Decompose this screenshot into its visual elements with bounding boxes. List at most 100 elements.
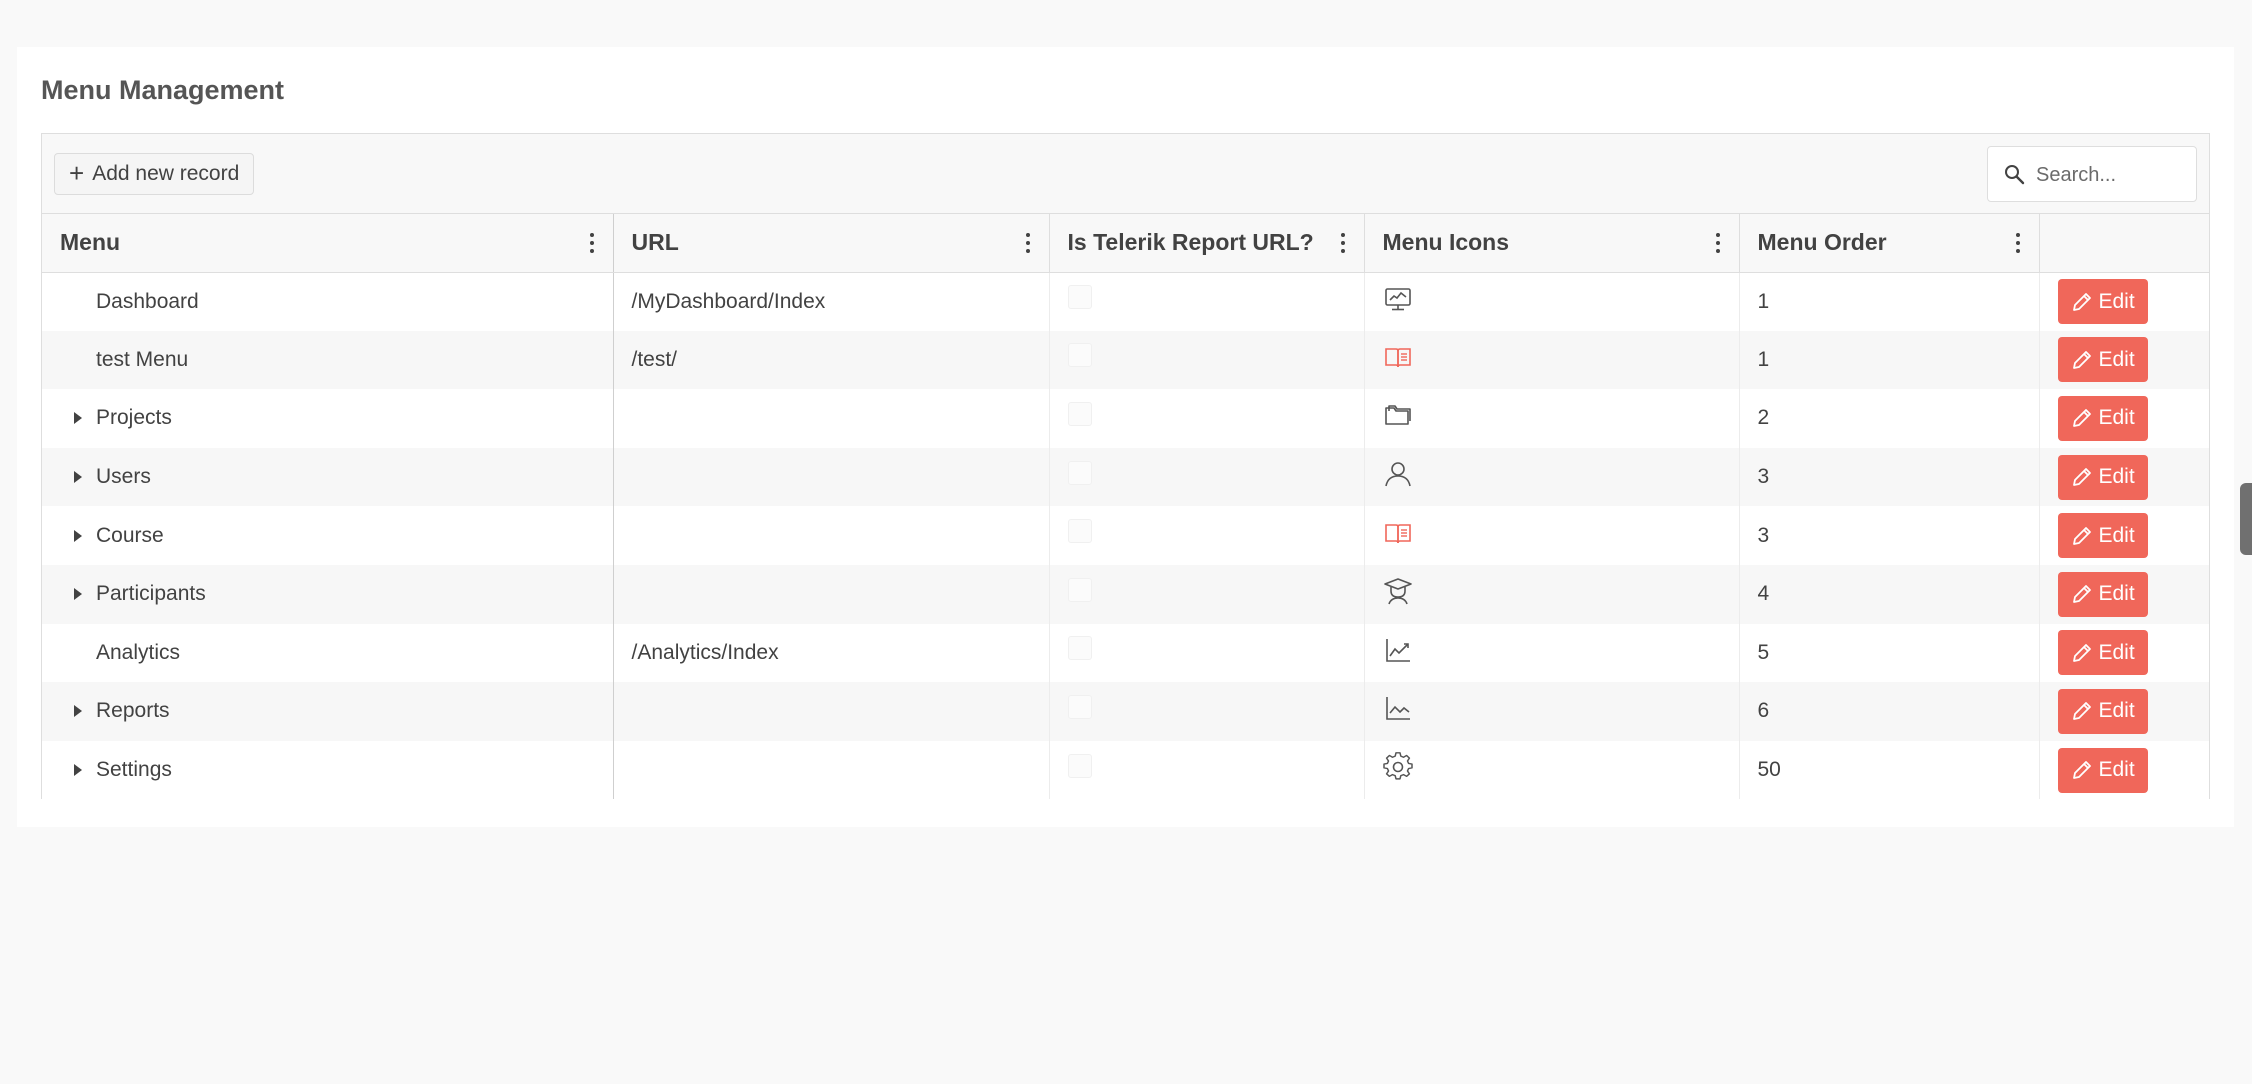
url-cell: [613, 389, 1050, 448]
telerik-cell: [1049, 506, 1365, 565]
menu-order-cell: 3: [1739, 447, 2040, 507]
edit-button[interactable]: Edit: [2057, 747, 2148, 793]
table-row[interactable]: Participants 4 Edit: [42, 564, 2209, 624]
search-input[interactable]: [2034, 147, 2188, 203]
pencil-icon: [2072, 643, 2091, 662]
edit-button[interactable]: Edit: [2057, 513, 2148, 559]
edit-button-label: Edit: [2098, 406, 2135, 430]
url-cell: [613, 564, 1050, 624]
telerik-cell: [1049, 682, 1365, 741]
column-header-telerik[interactable]: Is Telerik Report URL?: [1049, 214, 1365, 273]
table-row[interactable]: test Menu/test/1 Edit: [42, 330, 2209, 390]
telerik-cell: [1049, 447, 1365, 507]
table-row[interactable]: Projects 2 Edit: [42, 389, 2209, 448]
expand-arrow-icon[interactable]: [74, 529, 82, 542]
pencil-icon: [2072, 702, 2091, 721]
side-panel-toggle[interactable]: [2240, 483, 2252, 555]
monitor-chart-icon: [1383, 284, 1413, 314]
column-header-order[interactable]: Menu Order: [1739, 214, 2040, 273]
expand-arrow-icon[interactable]: [74, 412, 82, 425]
telerik-report-checkbox: [1067, 519, 1092, 544]
column-header-command: [2039, 214, 2209, 273]
edit-button[interactable]: Edit: [2057, 630, 2148, 676]
expand-arrow-icon[interactable]: [74, 471, 82, 484]
menu-cell: Analytics: [42, 623, 614, 683]
column-header-menu[interactable]: Menu: [42, 214, 614, 273]
expand-arrow-icon[interactable]: [74, 705, 82, 718]
column-menu-icon[interactable]: [2015, 233, 2021, 253]
column-header-url-label: URL: [631, 229, 679, 256]
telerik-cell: [1049, 389, 1365, 448]
url-cell: [613, 740, 1050, 800]
telerik-report-checkbox: [1067, 285, 1092, 309]
url-cell: [613, 447, 1050, 507]
menu-icon-cell: [1364, 506, 1740, 565]
edit-button-label: Edit: [2098, 640, 2135, 664]
column-menu-icon[interactable]: [1025, 233, 1031, 253]
search-icon: [2005, 165, 2025, 185]
edit-button[interactable]: Edit: [2057, 279, 2148, 325]
pencil-icon: [2072, 292, 2091, 311]
menu-icon-cell: [1364, 623, 1740, 683]
pencil-icon: [2072, 585, 2091, 604]
search-box[interactable]: [1987, 146, 2197, 203]
telerik-cell: [1049, 623, 1365, 683]
menu-cell: Course: [42, 506, 614, 565]
menu-icon-cell: [1364, 272, 1740, 331]
url-cell: [613, 682, 1050, 741]
edit-button[interactable]: Edit: [2057, 337, 2148, 383]
menu-name: Settings: [96, 758, 172, 782]
table-row[interactable]: Dashboard/MyDashboard/Index 1 Edit: [42, 272, 2209, 331]
pencil-icon: [2072, 526, 2091, 545]
column-menu-icon[interactable]: [1715, 233, 1721, 253]
expand-arrow-icon[interactable]: [74, 588, 82, 601]
page-title: Menu Management: [41, 75, 285, 105]
menu-name: Reports: [96, 699, 170, 723]
expand-arrow-icon[interactable]: [74, 764, 82, 777]
command-cell: Edit: [2039, 447, 2209, 507]
menu-grid: + Add new record Search... Menu URL Is T…: [41, 133, 2210, 800]
add-new-record-button[interactable]: + Add new record: [54, 153, 255, 195]
table-row[interactable]: Analytics/Analytics/Index 5 Edit: [42, 623, 2209, 683]
menu-cell: Projects: [42, 389, 614, 448]
plus-icon: +: [69, 157, 85, 188]
column-header-menu-label: Menu: [60, 229, 121, 256]
table-row[interactable]: Course 3 Edit: [42, 506, 2209, 565]
telerik-report-checkbox: [1067, 636, 1092, 661]
edit-button[interactable]: Edit: [2057, 571, 2148, 617]
table-row[interactable]: Settings 50 Edit: [42, 740, 2209, 800]
menu-cell: test Menu: [42, 330, 614, 390]
menu-table: Menu URL Is Telerik Report URL? Menu Ico…: [42, 214, 2209, 800]
table-row[interactable]: Users 3 Edit: [42, 447, 2209, 507]
table-row[interactable]: Reports 6 Edit: [42, 682, 2209, 741]
menu-icon-cell: [1364, 389, 1740, 448]
edit-button[interactable]: Edit: [2057, 454, 2148, 500]
pencil-icon: [2072, 761, 2091, 779]
menu-icon-cell: [1364, 564, 1740, 624]
menu-order-cell: 4: [1739, 564, 2040, 624]
menu-cell: Users: [42, 447, 614, 507]
column-header-url[interactable]: URL: [613, 214, 1050, 273]
edit-button-label: Edit: [2098, 582, 2135, 606]
edit-button-label: Edit: [2098, 347, 2135, 371]
column-menu-icon[interactable]: [589, 233, 595, 253]
menu-order-cell: 1: [1739, 272, 2040, 331]
folder-icon: [1383, 400, 1413, 430]
menu-order-cell: 3: [1739, 506, 2040, 565]
gear-icon: [1382, 752, 1413, 782]
area-chart-icon: [1383, 693, 1413, 723]
book-icon: [1383, 342, 1413, 372]
telerik-cell: [1049, 330, 1365, 390]
command-cell: Edit: [2039, 389, 2209, 448]
edit-button[interactable]: Edit: [2057, 395, 2148, 441]
menu-name: Dashboard: [96, 289, 199, 313]
pencil-icon: [2072, 468, 2091, 486]
add-new-record-label: Add new record: [92, 162, 240, 185]
telerik-cell: [1049, 740, 1365, 800]
menu-order-cell: 6: [1739, 682, 2040, 741]
menu-icon-cell: [1364, 447, 1740, 507]
column-header-icons[interactable]: Menu Icons: [1364, 214, 1740, 273]
url-cell: /test/: [613, 330, 1050, 390]
edit-button[interactable]: Edit: [2057, 688, 2148, 734]
column-menu-icon[interactable]: [1340, 233, 1346, 253]
